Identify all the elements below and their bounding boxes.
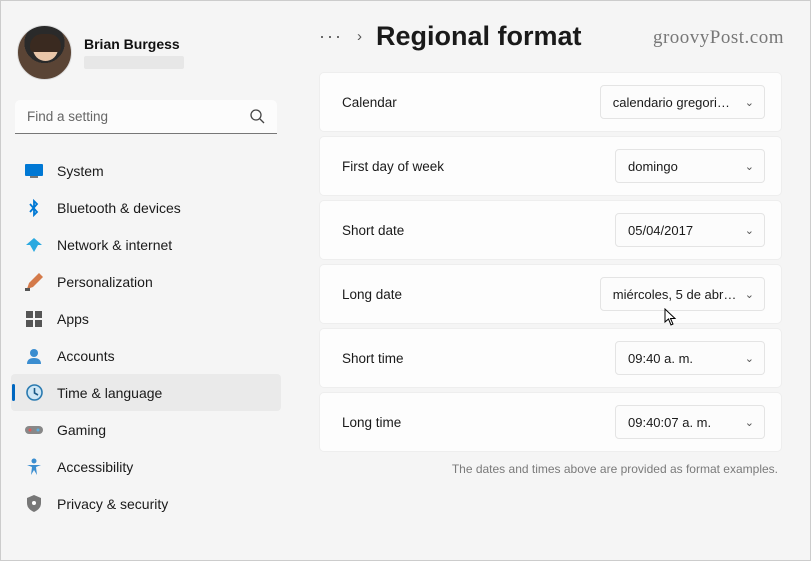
watermark: groovyPost.com	[653, 27, 784, 49]
short-time-dropdown[interactable]: 09:40 a. m. ⌄	[615, 341, 765, 375]
nav-list: System Bluetooth & devices Network & int…	[11, 152, 281, 522]
setting-row-short-time: Short time 09:40 a. m. ⌄	[319, 328, 782, 388]
accounts-icon	[25, 347, 43, 365]
sidebar-item-accounts[interactable]: Accounts	[11, 337, 281, 374]
nav-label: Time & language	[57, 385, 162, 401]
user-email-redacted	[84, 56, 184, 69]
chevron-right-icon: ›	[357, 28, 362, 45]
search-box[interactable]	[15, 100, 277, 134]
setting-row-first-day: First day of week domingo ⌄	[319, 136, 782, 196]
chevron-down-icon: ⌄	[745, 96, 754, 109]
setting-row-short-date: Short date 05/04/2017 ⌄	[319, 200, 782, 260]
sidebar-item-time-language[interactable]: Time & language	[11, 374, 281, 411]
long-time-dropdown[interactable]: 09:40:07 a. m. ⌄	[615, 405, 765, 439]
breadcrumb-more-icon[interactable]: ···	[319, 26, 343, 47]
sidebar-item-network[interactable]: Network & internet	[11, 226, 281, 263]
nav-label: Privacy & security	[57, 496, 168, 512]
accessibility-icon	[25, 458, 43, 476]
sidebar-item-accessibility[interactable]: Accessibility	[11, 448, 281, 485]
sidebar-item-privacy[interactable]: Privacy & security	[11, 485, 281, 522]
chevron-down-icon: ⌄	[745, 160, 754, 173]
setting-row-calendar: Calendar calendario gregoriano ⌄	[319, 72, 782, 132]
setting-label: Long time	[342, 415, 401, 430]
avatar	[17, 25, 72, 80]
nav-label: Accounts	[57, 348, 115, 364]
nav-label: Network & internet	[57, 237, 172, 253]
sidebar-item-gaming[interactable]: Gaming	[11, 411, 281, 448]
privacy-icon	[25, 495, 43, 513]
long-date-dropdown[interactable]: miércoles, 5 de abril d ⌄	[600, 277, 765, 311]
footnote: The dates and times above are provided a…	[319, 456, 782, 476]
personalization-icon	[25, 273, 43, 291]
nav-label: Bluetooth & devices	[57, 200, 181, 216]
chevron-down-icon: ⌄	[745, 288, 754, 301]
apps-icon	[25, 310, 43, 328]
dropdown-value: 05/04/2017	[628, 223, 693, 238]
short-date-dropdown[interactable]: 05/04/2017 ⌄	[615, 213, 765, 247]
dropdown-value: calendario gregoriano	[613, 95, 737, 110]
chevron-down-icon: ⌄	[745, 416, 754, 429]
dropdown-value: miércoles, 5 de abril d	[613, 287, 737, 302]
nav-label: Apps	[57, 311, 89, 327]
main-content: groovyPost.com ··· › Regional format Cal…	[291, 1, 810, 560]
nav-label: Personalization	[57, 274, 153, 290]
calendar-dropdown[interactable]: calendario gregoriano ⌄	[600, 85, 765, 119]
sidebar: Brian Burgess System Bluetooth & devices…	[1, 1, 291, 560]
dropdown-value: domingo	[628, 159, 678, 174]
setting-label: Short date	[342, 223, 404, 238]
user-name: Brian Burgess	[84, 36, 184, 52]
nav-label: Accessibility	[57, 459, 133, 475]
nav-label: Gaming	[57, 422, 106, 438]
chevron-down-icon: ⌄	[745, 224, 754, 237]
sidebar-item-system[interactable]: System	[11, 152, 281, 189]
sidebar-item-bluetooth[interactable]: Bluetooth & devices	[11, 189, 281, 226]
setting-label: Short time	[342, 351, 404, 366]
dropdown-value: 09:40 a. m.	[628, 351, 693, 366]
gaming-icon	[25, 421, 43, 439]
sidebar-item-apps[interactable]: Apps	[11, 300, 281, 337]
network-icon	[25, 236, 43, 254]
user-profile[interactable]: Brian Burgess	[11, 19, 281, 94]
nav-label: System	[57, 163, 104, 179]
dropdown-value: 09:40:07 a. m.	[628, 415, 711, 430]
setting-row-long-time: Long time 09:40:07 a. m. ⌄	[319, 392, 782, 452]
chevron-down-icon: ⌄	[745, 352, 754, 365]
setting-row-long-date: Long date miércoles, 5 de abril d ⌄	[319, 264, 782, 324]
page-title: Regional format	[376, 21, 582, 52]
system-icon	[25, 162, 43, 180]
time-icon	[25, 384, 43, 402]
search-icon	[249, 108, 265, 124]
first-day-dropdown[interactable]: domingo ⌄	[615, 149, 765, 183]
sidebar-item-personalization[interactable]: Personalization	[11, 263, 281, 300]
search-input[interactable]	[15, 100, 277, 134]
setting-label: First day of week	[342, 159, 444, 174]
setting-label: Long date	[342, 287, 402, 302]
setting-label: Calendar	[342, 95, 397, 110]
bluetooth-icon	[25, 199, 43, 217]
